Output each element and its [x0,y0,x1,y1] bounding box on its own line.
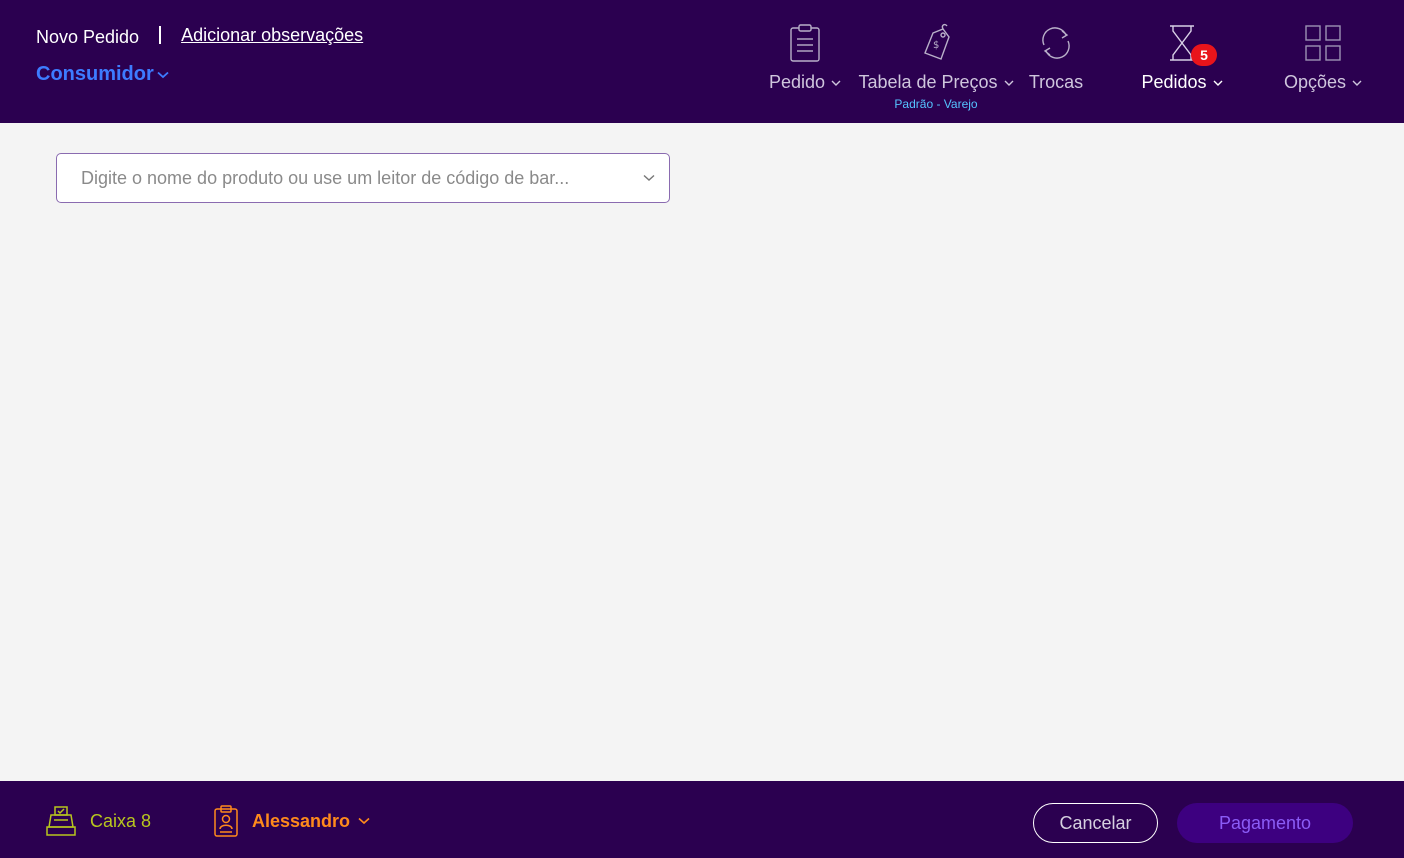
nav-trocas[interactable]: Trocas [1028,22,1084,93]
nav-pedidos-label: Pedidos [1141,72,1223,93]
price-tag-icon: $ [919,22,953,64]
chevron-down-icon [1352,80,1362,86]
operator-name: Alessandro [252,810,351,831]
nav-pedidos[interactable]: 5 Pedidos [1141,22,1223,93]
chevron-down-icon [358,817,370,825]
exchange-icon [1036,22,1076,64]
hourglass-icon: 5 [1167,22,1217,66]
grid-icon [1305,22,1341,64]
badge-icon [214,805,238,837]
svg-text:$: $ [933,40,939,51]
cancel-button[interactable]: Cancelar [1033,803,1158,843]
chevron-down-icon [831,80,841,86]
chevron-down-icon[interactable] [643,174,655,182]
bottom-bar: Caixa 8 Alessandro Cancelar Pagamento [0,781,1404,858]
nav-price-table[interactable]: $ Tabela de Preços Padrão - Varejo [858,22,1014,111]
header-nav: Pedido $ Tabela de Preços Padrão - Varej… [0,0,1404,123]
nav-pedido[interactable]: Pedido [769,22,841,93]
price-table-subtitle: Padrão - Varejo [894,97,978,111]
cash-register: Caixa 8 [46,805,151,837]
nav-pedido-label: Pedido [769,72,841,93]
nav-opcoes[interactable]: Opções [1284,22,1362,93]
product-search-input[interactable] [79,166,643,190]
top-bar: Novo Pedido Adicionar observações Consum… [0,0,1404,123]
pending-orders-badge: 5 [1191,44,1217,66]
nav-opcoes-label: Opções [1284,72,1362,93]
operator-selector[interactable]: Alessandro [214,805,370,837]
chevron-down-icon [1213,80,1223,86]
nav-trocas-label: Trocas [1028,72,1084,92]
cash-register-icon [46,806,76,836]
chevron-down-icon [1004,80,1014,86]
product-search[interactable] [56,153,670,203]
payment-button[interactable]: Pagamento [1177,803,1353,843]
clipboard-icon [788,22,822,64]
nav-price-table-label: Tabela de Preços [858,72,1014,93]
register-label: Caixa 8 [90,810,152,831]
